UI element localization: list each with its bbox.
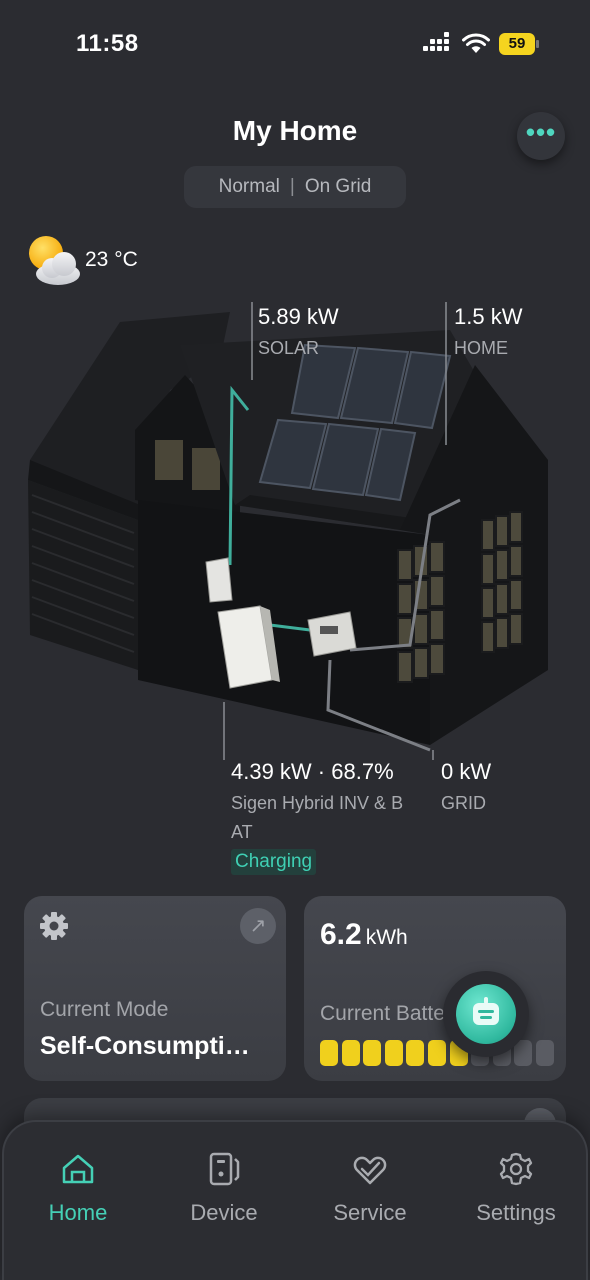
home-readout[interactable]: 1.5 kW HOME xyxy=(454,304,522,359)
tab-settings-label: Settings xyxy=(476,1200,556,1225)
more-dots-icon: ••• xyxy=(525,117,557,147)
solar-label: SOLAR xyxy=(258,338,320,358)
assistant-robot-icon xyxy=(456,984,516,1044)
battery-level: 59 xyxy=(499,33,535,55)
battery-bar-segment xyxy=(536,1040,554,1066)
battery-bar-segment xyxy=(341,1040,360,1066)
battery-bar-segment xyxy=(514,1040,533,1066)
device-icon xyxy=(209,1152,240,1186)
arrow-up-right-icon: ↗ xyxy=(249,915,267,937)
tab-home[interactable]: Home xyxy=(18,1142,138,1232)
battery-energy: 6.2 kWh xyxy=(320,918,408,952)
grid-readout[interactable]: 0 kW GRID xyxy=(441,759,491,814)
battery-level-bars xyxy=(320,1040,560,1066)
tab-service-label: Service xyxy=(333,1200,407,1225)
battery-bar-segment xyxy=(363,1040,382,1066)
battery-bar-segment xyxy=(428,1040,446,1066)
partly-cloudy-icon xyxy=(29,236,80,285)
inverter-power: 4.39 kW · 68.7% xyxy=(231,759,394,784)
battery-bar-segment xyxy=(320,1040,338,1066)
more-options-button[interactable]: ••• xyxy=(517,112,565,160)
tab-settings[interactable]: Settings xyxy=(456,1142,576,1232)
tab-service[interactable]: Service xyxy=(310,1142,430,1232)
solar-power: 5.89 kW xyxy=(258,304,339,329)
cellular-signal-icon xyxy=(423,32,451,53)
grid-power: 0 kW xyxy=(441,759,492,784)
operating-mode: Normal xyxy=(218,176,280,197)
battery-bar-segment xyxy=(384,1040,403,1066)
inverter-label-line1: Sigen Hybrid INV & B xyxy=(231,793,404,813)
current-mode-value: Self-Consumpti… xyxy=(40,1032,250,1060)
settings-gear-icon xyxy=(499,1152,533,1186)
house-illustration xyxy=(28,302,548,760)
status-bar: 11:58 59 xyxy=(0,0,590,90)
battery-indicator: 59 xyxy=(499,33,539,55)
inverter-label-line2: AT xyxy=(231,822,253,842)
current-mode-card[interactable]: ↗ Current Mode Self-Consumpti… xyxy=(24,896,286,1081)
charging-status-badge: Charging xyxy=(231,849,317,875)
solar-readout[interactable]: 5.89 kW SOLAR xyxy=(258,304,339,359)
status-time: 11:58 xyxy=(76,30,139,57)
home-label: HOME xyxy=(454,338,508,358)
status-separator: | xyxy=(289,176,295,197)
grid-status: On Grid xyxy=(304,176,372,197)
system-status-pill: Normal | On Grid xyxy=(184,166,406,208)
tab-device-label: Device xyxy=(190,1200,258,1225)
temperature: 23 °C xyxy=(85,248,138,271)
inverter-readout[interactable]: 4.39 kW · 68.7% Sigen Hybrid INV & B AT … xyxy=(231,759,436,875)
page-title: My Home xyxy=(232,115,358,146)
battery-level-card[interactable]: 6.2 kWh Current Battery Level xyxy=(304,896,566,1081)
tab-device[interactable]: Device xyxy=(164,1142,284,1232)
grid-label: GRID xyxy=(441,793,486,813)
current-mode-label: Current Mode xyxy=(40,998,169,1021)
battery-energy-value: 6.2 xyxy=(320,918,362,951)
service-heart-icon xyxy=(353,1156,387,1185)
home-icon xyxy=(62,1154,94,1184)
tab-home-label: Home xyxy=(48,1200,108,1225)
battery-energy-unit: kWh xyxy=(365,926,408,949)
open-mode-button[interactable]: ↗ xyxy=(240,908,276,944)
bottom-tab-bar: Home Device Service Settings xyxy=(2,1120,588,1280)
gear-icon xyxy=(40,912,68,940)
assistant-button[interactable] xyxy=(443,971,529,1057)
battery-bar-segment xyxy=(406,1040,425,1066)
home-power: 1.5 kW xyxy=(454,304,523,329)
wifi-icon xyxy=(462,33,490,53)
weather-widget: 23 °C xyxy=(26,234,166,288)
